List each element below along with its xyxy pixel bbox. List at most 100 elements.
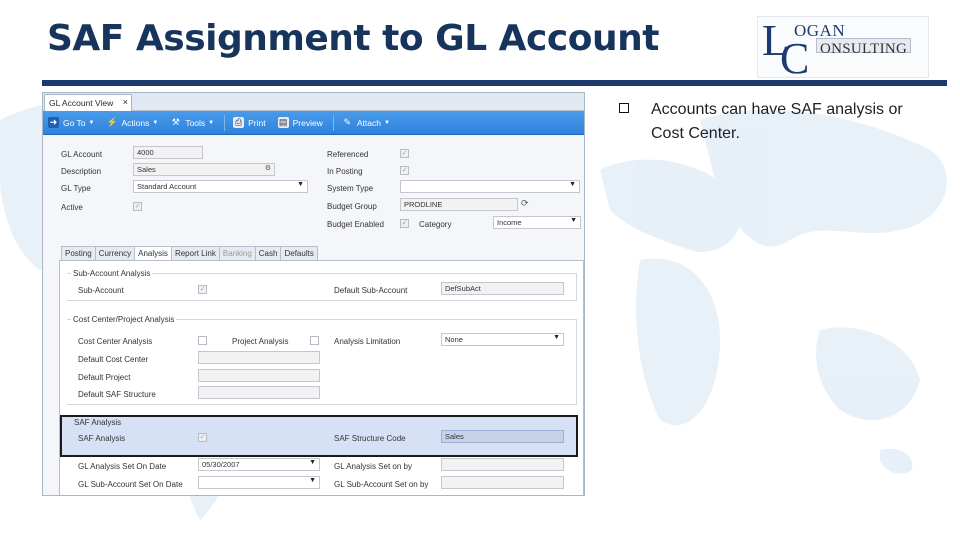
actions-label: Actions	[121, 117, 150, 128]
referenced-checkbox[interactable]: ✓	[400, 149, 409, 158]
gl-account-window: GL Account View × ➜ Go To ▼ ⚡ Actions ▼ …	[42, 92, 585, 496]
sub-account-checkbox[interactable]: ✓	[198, 285, 207, 294]
cost-center-analysis-label: Cost Center Analysis	[78, 337, 153, 346]
attach-button[interactable]: ✎ Attach ▼	[340, 113, 392, 133]
printer-icon: ⎙	[233, 117, 245, 128]
chevron-down-icon: ▼	[309, 459, 316, 466]
logo-letter-c: C	[780, 34, 810, 83]
tab-currency[interactable]: Currency	[94, 246, 135, 261]
description-field[interactable]: Sales ⚙	[133, 163, 275, 176]
gear-icon[interactable]: ⚙	[265, 164, 271, 172]
default-project-label: Default Project	[78, 373, 131, 382]
budget-group-field[interactable]: PRODLINE	[400, 198, 518, 211]
tab-analysis[interactable]: Analysis	[134, 246, 171, 261]
in-posting-checkbox[interactable]: ✓	[400, 166, 409, 175]
gl-account-label: GL Account	[61, 150, 103, 159]
chevron-down-icon: ▼	[88, 119, 95, 126]
toolbar-separator	[332, 114, 334, 131]
title-divider	[42, 80, 947, 86]
default-sub-account-field[interactable]: DefSubAct	[441, 282, 564, 295]
analysis-limitation-label: Analysis Limitation	[334, 337, 401, 346]
analysis-set-on-by-label: GL Analysis Set on by	[334, 462, 412, 471]
system-type-label: System Type	[327, 184, 374, 193]
default-saf-structure-label: Default SAF Structure	[78, 390, 156, 399]
chevron-down-icon: ▼	[383, 119, 390, 126]
project-analysis-checkbox[interactable]: ✓	[310, 336, 319, 345]
preview-button[interactable]: ▤ Preview	[276, 113, 325, 133]
system-type-select[interactable]: ▼	[400, 180, 580, 193]
sub-account-set-on-date-field[interactable]: ▼	[198, 476, 320, 489]
toolbar: ➜ Go To ▼ ⚡ Actions ▼ ⚒ Tools ▼ ⎙ Print …	[43, 111, 584, 135]
tab-posting[interactable]: Posting	[61, 246, 95, 261]
tab-gl-account-view[interactable]: GL Account View ×	[44, 94, 132, 111]
lightning-icon: ⚡	[106, 117, 118, 127]
chevron-down-icon: ▼	[309, 477, 316, 484]
description-value: Sales	[137, 165, 156, 174]
paperclip-icon: ✎	[343, 117, 352, 127]
tools-icon: ⚒	[171, 117, 180, 127]
budget-enabled-checkbox[interactable]: ✓	[400, 219, 409, 228]
detail-tabs: Posting Currency Analysis Report Link Ba…	[61, 246, 318, 261]
tab-defaults[interactable]: Defaults	[280, 246, 318, 261]
actions-button[interactable]: ⚡ Actions ▼	[104, 113, 160, 133]
goto-label: Go To	[63, 117, 86, 128]
chevron-down-icon: ▼	[569, 181, 576, 188]
sub-account-set-on-by-field[interactable]	[441, 476, 564, 489]
analysis-set-on-date-value: 05/30/2007	[202, 460, 240, 469]
gl-type-value: Standard Account	[137, 182, 197, 191]
analysis-set-on-date-field[interactable]: 05/30/2007 ▼	[198, 458, 320, 471]
chevron-down-icon: ▼	[553, 334, 560, 341]
goto-button[interactable]: ➜ Go To ▼	[46, 113, 96, 133]
print-button[interactable]: ⎙ Print	[231, 113, 267, 133]
category-select[interactable]: Income ▼	[493, 216, 581, 229]
saf-structure-code-field[interactable]: Sales	[441, 430, 564, 443]
analysis-set-on-by-field[interactable]	[441, 458, 564, 471]
default-project-field[interactable]	[198, 369, 320, 382]
bullet-text: Accounts can have SAF analysis or Cost C…	[651, 101, 903, 142]
gl-type-label: GL Type	[61, 184, 91, 193]
default-cost-center-label: Default Cost Center	[78, 355, 149, 364]
default-saf-structure-field[interactable]	[198, 386, 320, 399]
budget-group-label: Budget Group	[327, 202, 377, 211]
analysis-limitation-select[interactable]: None ▼	[441, 333, 564, 346]
sub-account-set-on-by-label: GL Sub-Account Set on by	[334, 480, 429, 489]
gl-account-field[interactable]: 4000	[133, 146, 203, 159]
arrow-icon: ➜	[48, 117, 59, 128]
square-bullet-icon	[619, 103, 629, 113]
preview-label: Preview	[292, 117, 323, 128]
refresh-icon[interactable]: ⟳	[521, 198, 529, 209]
tab-banking[interactable]: Banking	[218, 246, 255, 261]
saf-analysis-checkbox[interactable]: ✓	[198, 433, 207, 442]
active-checkbox[interactable]: ✓	[133, 202, 142, 211]
chevron-down-icon: ▼	[208, 119, 215, 126]
sub-account-group-title: Sub-Account Analysis	[71, 269, 153, 278]
sub-account-set-on-date-label: GL Sub-Account Set On Date	[78, 480, 183, 489]
preview-icon: ▤	[277, 117, 289, 128]
category-value: Income	[497, 218, 522, 227]
chevron-down-icon: ▼	[570, 217, 577, 224]
analysis-set-on-date-label: GL Analysis Set On Date	[78, 462, 167, 471]
close-icon[interactable]: ×	[123, 97, 128, 107]
print-label: Print	[248, 117, 266, 128]
in-posting-label: In Posting	[327, 167, 363, 176]
default-sub-account-label: Default Sub-Account	[334, 286, 408, 295]
category-label: Category	[419, 220, 452, 229]
attach-label: Attach	[356, 117, 381, 128]
tab-label: GL Account View	[49, 98, 114, 108]
referenced-label: Referenced	[327, 150, 369, 159]
logo-text-line2: ONSULTING	[816, 38, 912, 57]
tools-label: Tools	[185, 117, 206, 128]
saf-analysis-group-title: SAF Analysis	[74, 418, 122, 427]
gl-type-select[interactable]: Standard Account ▼	[133, 180, 308, 193]
tab-report-link[interactable]: Report Link	[170, 246, 219, 261]
tab-cash[interactable]: Cash	[254, 246, 281, 261]
tools-button[interactable]: ⚒ Tools ▼	[168, 113, 216, 133]
document-tab-bar: GL Account View ×	[43, 93, 584, 111]
chevron-down-icon: ▼	[152, 119, 159, 126]
analysis-limitation-value: None	[445, 335, 463, 344]
description-label: Description	[61, 167, 102, 176]
default-cost-center-field[interactable]	[198, 351, 320, 364]
saf-analysis-label: SAF Analysis	[78, 434, 126, 443]
cost-center-analysis-checkbox[interactable]: ✓	[198, 336, 207, 345]
slide-title: SAF Assignment to GL Account	[47, 18, 659, 59]
